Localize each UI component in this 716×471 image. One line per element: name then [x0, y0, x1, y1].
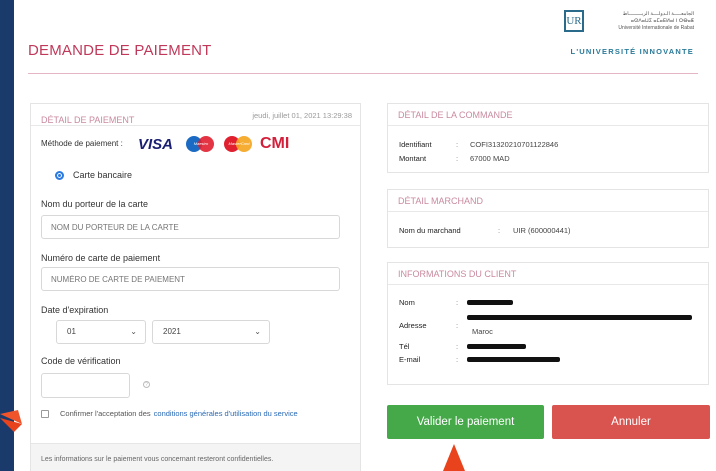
payment-detail-panel: DÉTAIL DE PAIEMENT jeudi, juillet 01, 20…: [30, 103, 361, 471]
payment-date: jeudi, juillet 01, 2021 13:29:38: [252, 111, 352, 120]
cmi-logo: CMI: [260, 135, 290, 152]
terms-link[interactable]: conditions générales d'utilisation du se…: [154, 409, 298, 418]
bank-card-option[interactable]: Carte bancaire: [55, 170, 132, 180]
redacted-address: [467, 315, 692, 320]
redacted-name: [467, 300, 513, 305]
card-number-input[interactable]: [41, 267, 340, 291]
payment-detail-header: DÉTAIL DE PAIEMENT jeudi, juillet 01, 20…: [31, 104, 360, 126]
order-id-label: Identifiant: [399, 140, 432, 149]
cardholder-name-input[interactable]: [41, 215, 340, 239]
colon: :: [456, 321, 459, 330]
merchant-detail-panel: DÉTAIL MARCHAND Nom du marchand : UIR (6…: [387, 189, 709, 248]
page-title: DEMANDE DE PAIEMENT: [28, 42, 212, 59]
client-name-label: Nom: [399, 298, 415, 307]
redacted-email: [467, 357, 560, 362]
card-number-label: Numéro de carte de paiement: [41, 253, 161, 263]
client-info-title: INFORMATIONS DU CLIENT: [388, 263, 708, 285]
header-divider: [28, 73, 698, 74]
mastercard-logo: MasterCard: [224, 136, 254, 152]
client-info-panel: INFORMATIONS DU CLIENT Nom : Adresse : M…: [387, 262, 709, 385]
bank-card-radio[interactable]: [55, 170, 64, 180]
pointer-arrow-icon: [443, 444, 465, 471]
terms-label: Confirmer l'acceptation des: [60, 409, 151, 418]
colon: :: [456, 342, 459, 351]
payment-detail-title: DÉTAIL DE PAIEMENT: [41, 115, 135, 125]
cvv-input[interactable]: [41, 373, 130, 398]
logo-tagline: L'UNIVERSITÉ INNOVANTE: [570, 47, 694, 56]
cvv-label: Code de vérification: [41, 356, 121, 366]
colon: :: [498, 226, 501, 235]
university-logo: UR الجامعـــــة الـدولــــة الربــــــــ…: [564, 10, 694, 58]
colon: :: [456, 355, 459, 364]
colon: :: [456, 298, 459, 307]
colon: :: [456, 154, 459, 163]
merchant-name-value: UIR (600000441): [513, 226, 571, 235]
maestro-logo: Maestro: [186, 136, 216, 152]
terms-checkbox[interactable]: [41, 409, 49, 418]
client-phone-label: Tél: [399, 342, 410, 351]
pointer-arrow-icon: [0, 410, 22, 432]
order-detail-panel: DÉTAIL DE LA COMMANDE Identifiant : COFI…: [387, 103, 709, 173]
expiry-year-select[interactable]: 2021 ⌄: [152, 320, 270, 344]
redacted-phone: [467, 344, 526, 349]
chevron-down-icon: ⌄: [130, 327, 137, 336]
cardholder-name-label: Nom du porteur de la carte: [41, 199, 149, 209]
expiry-month-select[interactable]: 01 ⌄: [56, 320, 146, 344]
help-icon[interactable]: ?: [143, 381, 150, 388]
client-address-country: Maroc: [472, 327, 493, 336]
colon: :: [456, 140, 459, 149]
order-amount-value: 67000 MAD: [470, 154, 510, 163]
chevron-down-icon: ⌄: [254, 327, 261, 336]
payment-page: DEMANDE DE PAIEMENT UR الجامعـــــة الـد…: [14, 0, 716, 471]
confidentiality-note: Les informations sur le paiement vous co…: [31, 443, 360, 471]
terms-row: Confirmer l'acceptation des conditions g…: [41, 409, 298, 418]
expiry-date-label: Date d'expiration: [41, 305, 109, 315]
payment-method-label: Méthode de paiement :: [41, 139, 123, 148]
order-amount-label: Montant: [399, 154, 427, 163]
maestro-logo-text: Maestro: [193, 141, 209, 146]
mastercard-logo-text: MasterCard: [228, 141, 250, 146]
expiry-year-value: 2021: [163, 327, 181, 336]
logo-line-french: Université Internationale de Rabat: [618, 25, 694, 31]
bank-card-label: Carte bancaire: [73, 170, 133, 180]
order-detail-title: DÉTAIL DE LA COMMANDE: [388, 104, 708, 126]
validate-payment-button[interactable]: Valider le paiement: [387, 405, 544, 439]
order-id-value: COFI31320210701122846: [470, 140, 559, 149]
cancel-button[interactable]: Annuler: [552, 405, 710, 439]
client-email-label: E-mail: [399, 355, 421, 364]
merchant-name-label: Nom du marchand: [399, 226, 461, 235]
visa-logo: VISA: [138, 136, 174, 153]
logo-line-tifinagh: ⴰⵙⴷⴰⵡⵉ ⴰⵎⴰⴹⵍⴰⵏ ⵏ ⵔⴱⴰⵟ: [630, 18, 694, 24]
logo-line-arabic: الجامعـــــة الـدولــــة الربـــــــــاط: [622, 11, 694, 17]
expiry-month-value: 01: [67, 327, 76, 336]
client-address-label: Adresse: [399, 321, 427, 330]
merchant-detail-title: DÉTAIL MARCHAND: [388, 190, 708, 212]
logo-mark: UR: [564, 10, 584, 32]
